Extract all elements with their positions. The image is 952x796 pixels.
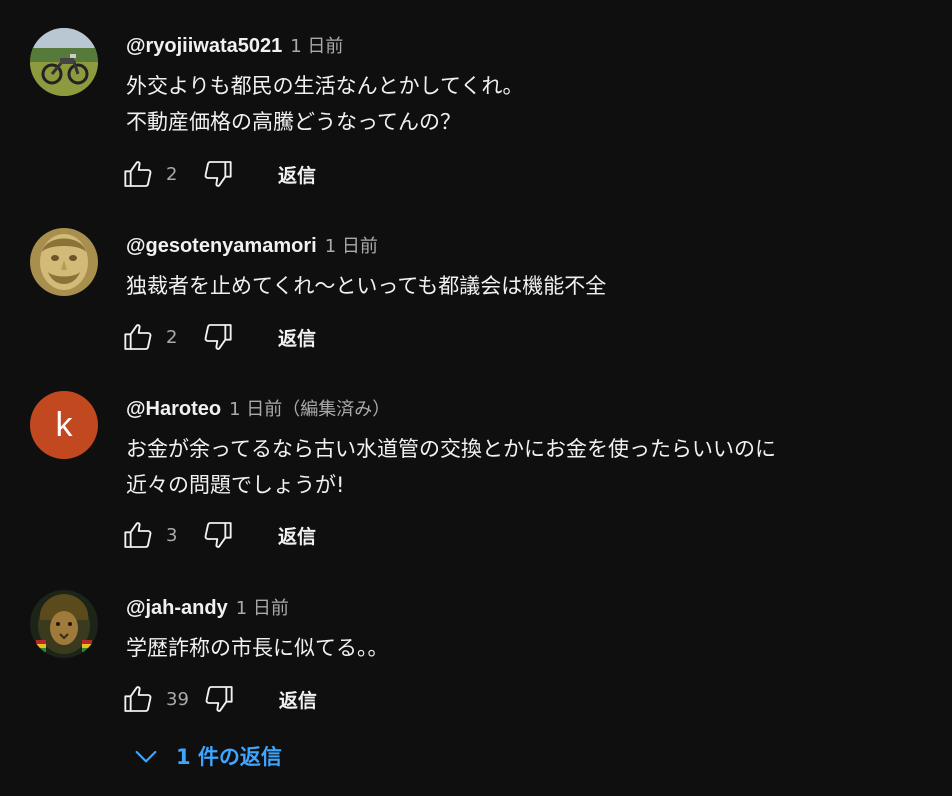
dislike-button[interactable] [200,517,236,553]
thumbs-up-icon [124,522,152,548]
comment-timestamp[interactable]: 1 日前 [236,594,289,620]
comment-actions: 2 返信 [120,156,316,192]
like-button[interactable] [120,156,156,192]
comment-author[interactable]: @jah-andy [126,597,228,620]
thumbs-up-icon [124,161,152,187]
lion-avatar [30,590,98,658]
thumbs-up-icon [124,324,152,350]
motorcycle-photo-avatar [30,28,98,96]
thumbs-down-icon [204,161,232,187]
reply-button[interactable]: 返信 [279,686,317,713]
comment-text: 独裁者を止めてくれ〜といっても都議会は機能不全 [126,268,606,304]
dislike-button[interactable] [201,681,237,717]
comment-line: 学歴詐称の市長に似てる。。 [126,636,389,660]
comment-actions: 3 返信 [120,517,316,553]
comment-author[interactable]: @gesotenyamamori [126,235,317,258]
thumbs-down-icon [204,522,232,548]
avatar[interactable]: k [30,391,98,459]
like-button[interactable] [120,681,156,717]
comment-text: 学歴詐称の市長に似てる。。 [126,630,389,666]
thumbs-up-icon [124,686,152,712]
comment-actions: 2 返信 [120,319,316,355]
comment-actions: 39 返信 [120,681,317,717]
like-count: 39 [166,688,189,710]
chevron-down-icon [135,750,157,763]
avatar-letter: k [55,405,73,444]
comment-line: 独裁者を止めてくれ〜といっても都議会は機能不全 [126,274,607,298]
view-replies-button[interactable]: 1 件の返信 [130,738,282,774]
comment-line: お金が余ってるなら古い水道管の交換とかにお金を使ったらいいのに [126,437,776,461]
comment-timestamp[interactable]: 1 日前（編集済み） [229,395,390,421]
avatar[interactable] [30,28,98,96]
like-button[interactable] [120,517,156,553]
comment-line: 外交よりも都民の生活なんとかしてくれ。 [126,74,524,98]
reply-button[interactable]: 返信 [278,522,316,549]
dislike-button[interactable] [200,156,236,192]
comment-timestamp[interactable]: 1 日前 [325,232,378,258]
comment-author[interactable]: @Haroteo [126,398,221,421]
comment-author[interactable]: @ryojiiwata5021 [126,35,282,58]
thumbs-down-icon [204,324,232,350]
comment-text: お金が余ってるなら古い水道管の交換とかにお金を使ったらいいのに 近々の問題でしょ… [126,431,776,503]
like-count: 2 [166,326,178,348]
golden-face-avatar [30,228,98,296]
view-replies-label: 1 件の返信 [176,745,282,769]
comment-timestamp[interactable]: 1 日前 [290,32,343,58]
reply-button[interactable]: 返信 [278,324,316,351]
dislike-button[interactable] [200,319,236,355]
comment-line: 不動産価格の高騰どうなってんの？ [126,110,461,134]
thumbs-down-icon [205,686,233,712]
like-button[interactable] [120,319,156,355]
comment-thread: @ryojiiwata5021 1 日前 外交よりも都民の生活なんとかしてくれ。… [0,0,952,796]
avatar[interactable] [30,590,98,658]
comment-text: 外交よりも都民の生活なんとかしてくれ。 不動産価格の高騰どうなってんの？ [126,68,524,140]
reply-button[interactable]: 返信 [278,161,316,188]
like-count: 3 [166,524,178,546]
avatar[interactable] [30,228,98,296]
comment-line: 近々の問題でしょうが! [126,473,345,497]
like-count: 2 [166,163,178,185]
